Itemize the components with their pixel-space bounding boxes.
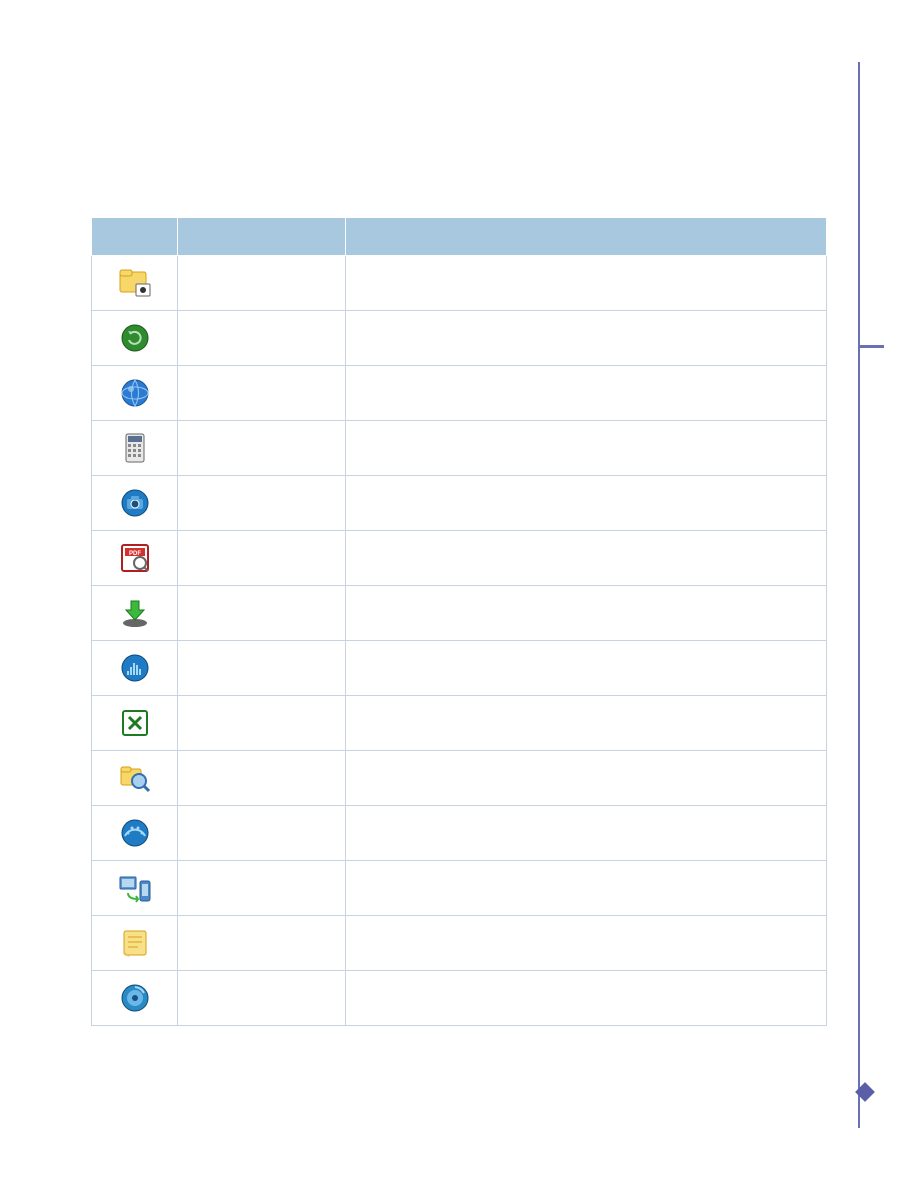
dial-blue-icon bbox=[120, 818, 150, 848]
table-row bbox=[92, 916, 827, 971]
cell-icon bbox=[92, 421, 178, 476]
header-desc bbox=[346, 218, 827, 256]
cell-name bbox=[178, 476, 346, 531]
cell-icon bbox=[92, 861, 178, 916]
cell-icon bbox=[92, 641, 178, 696]
table-row bbox=[92, 311, 827, 366]
cell-icon: PDF bbox=[92, 531, 178, 586]
cell-icon bbox=[92, 586, 178, 641]
table-row bbox=[92, 421, 827, 476]
programs-table: PDF bbox=[90, 216, 828, 1027]
globe-blue-icon bbox=[120, 378, 150, 408]
cell-icon bbox=[92, 696, 178, 751]
header-name bbox=[178, 218, 346, 256]
cell-name bbox=[178, 366, 346, 421]
cell-desc bbox=[346, 586, 827, 641]
cell-name bbox=[178, 531, 346, 586]
cell-desc bbox=[346, 751, 827, 806]
download-green-icon bbox=[120, 598, 150, 628]
cell-name bbox=[178, 751, 346, 806]
table-row bbox=[92, 476, 827, 531]
cell-desc bbox=[346, 531, 827, 586]
table-row bbox=[92, 256, 827, 311]
cell-desc bbox=[346, 916, 827, 971]
cell-name bbox=[178, 696, 346, 751]
cell-desc bbox=[346, 641, 827, 696]
table-row bbox=[92, 641, 827, 696]
disc-blue-icon bbox=[120, 983, 150, 1013]
table-row bbox=[92, 586, 827, 641]
table-row bbox=[92, 861, 827, 916]
sound-blue-icon bbox=[120, 653, 150, 683]
cell-desc bbox=[346, 861, 827, 916]
camera-blue-icon bbox=[120, 488, 150, 518]
cell-icon bbox=[92, 256, 178, 311]
notes-icon bbox=[122, 929, 148, 957]
refresh-green-icon bbox=[120, 323, 150, 353]
table-row bbox=[92, 971, 827, 1026]
cell-desc bbox=[346, 971, 827, 1026]
cell-icon bbox=[92, 916, 178, 971]
cell-desc bbox=[346, 311, 827, 366]
cell-desc bbox=[346, 421, 827, 476]
cell-icon bbox=[92, 366, 178, 421]
page-border-bottom bbox=[858, 348, 860, 1128]
table-row bbox=[92, 806, 827, 861]
sync-devices-icon bbox=[118, 873, 152, 903]
table-row bbox=[92, 751, 827, 806]
cell-name bbox=[178, 586, 346, 641]
page-border-top bbox=[858, 62, 860, 345]
cell-name bbox=[178, 971, 346, 1026]
cell-name bbox=[178, 641, 346, 696]
cell-name bbox=[178, 311, 346, 366]
cell-name bbox=[178, 421, 346, 476]
folder-search-icon bbox=[119, 763, 151, 793]
calculator-icon bbox=[125, 433, 145, 463]
cell-desc bbox=[346, 476, 827, 531]
cell-name bbox=[178, 806, 346, 861]
cell-icon bbox=[92, 311, 178, 366]
cell-name bbox=[178, 916, 346, 971]
cell-name bbox=[178, 256, 346, 311]
cell-desc bbox=[346, 256, 827, 311]
cell-icon bbox=[92, 476, 178, 531]
page-border-stub bbox=[858, 345, 884, 348]
cell-icon bbox=[92, 971, 178, 1026]
cell-desc bbox=[346, 696, 827, 751]
folder-camera-icon bbox=[118, 268, 152, 298]
cell-desc bbox=[346, 366, 827, 421]
cell-name bbox=[178, 861, 346, 916]
table-header-row bbox=[92, 218, 827, 256]
table-row bbox=[92, 366, 827, 421]
cell-desc bbox=[346, 806, 827, 861]
table-row bbox=[92, 696, 827, 751]
header-icon bbox=[92, 218, 178, 256]
excel-icon bbox=[121, 709, 149, 737]
cell-icon bbox=[92, 806, 178, 861]
cell-icon bbox=[92, 751, 178, 806]
pdf-viewer-icon: PDF bbox=[120, 543, 150, 573]
table-row: PDF bbox=[92, 531, 827, 586]
